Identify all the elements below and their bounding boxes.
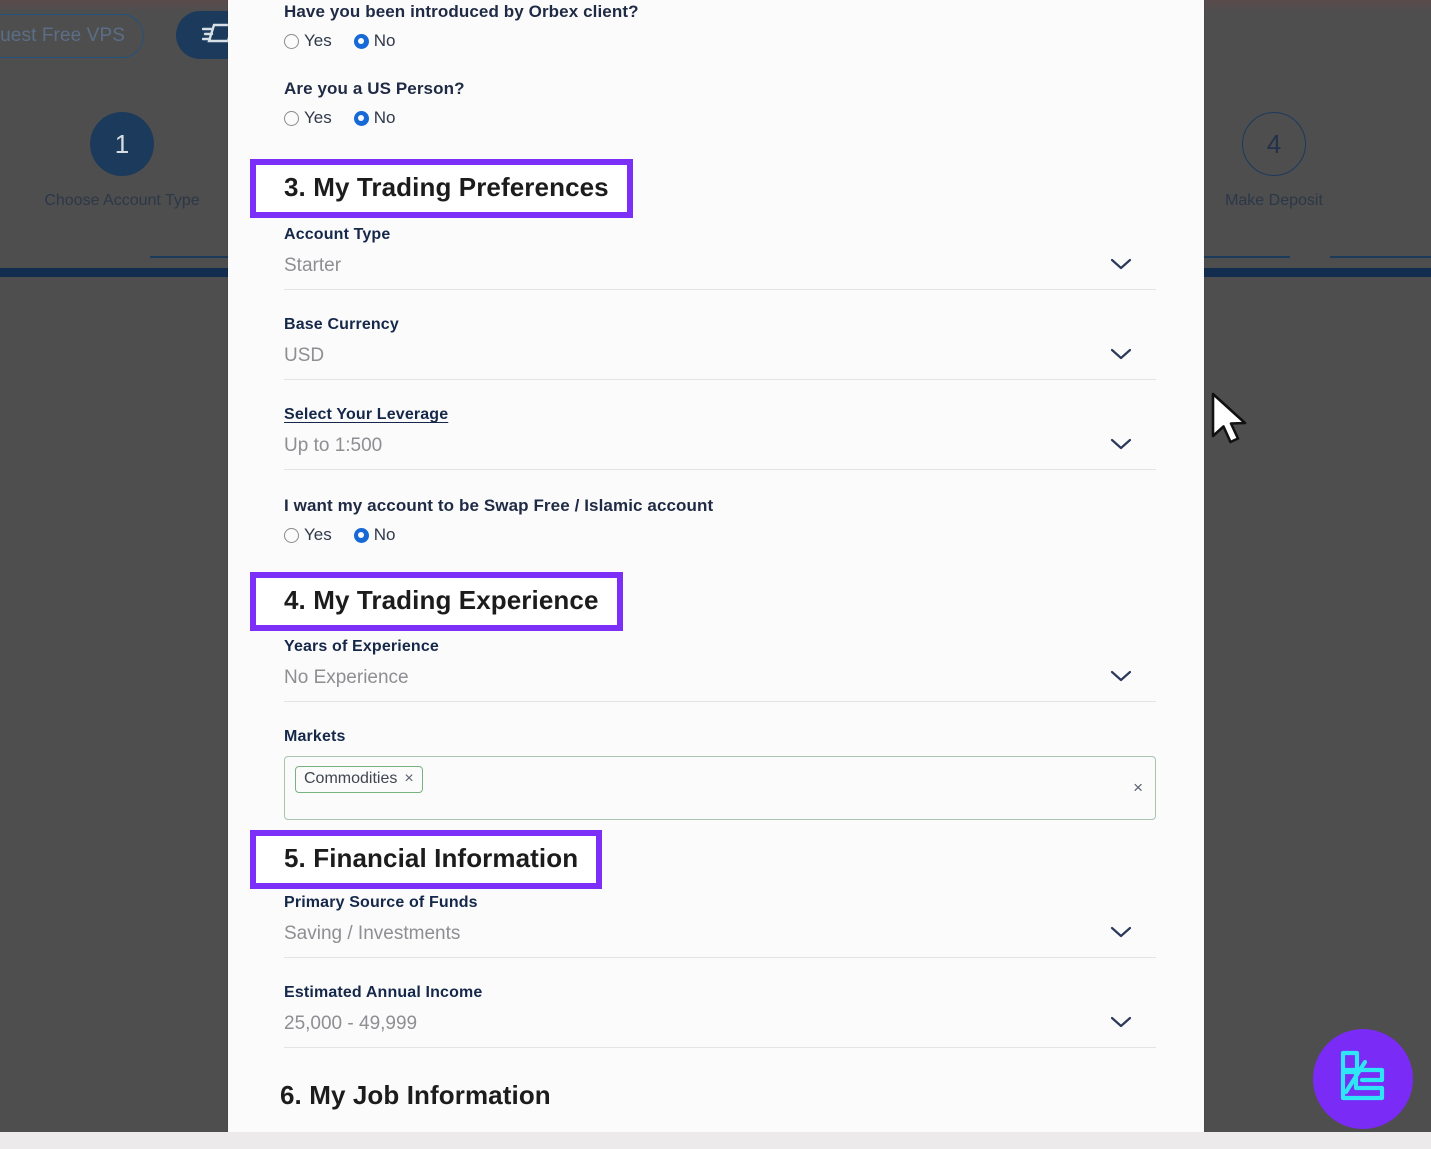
brand-badge[interactable] xyxy=(1313,1029,1413,1129)
question-us-person: Are you a US Person? Yes No xyxy=(284,79,1164,128)
screenshot-root: equest Free VPS 1 xyxy=(0,0,1431,1149)
question-orbex-referral-label: Have you been introduced by Orbex client… xyxy=(284,2,639,21)
brand-e-logo-icon xyxy=(1332,1046,1394,1113)
field-select-your-leverage-value-row[interactable]: Up to 1:500 xyxy=(284,424,1156,470)
field-primary-source-of-funds-label: Primary Source of Funds xyxy=(284,894,478,911)
field-select-your-leverage[interactable]: Select Your Leverage Up to 1:500 xyxy=(284,406,1156,470)
request-free-vps-button[interactable]: equest Free VPS xyxy=(0,14,144,58)
field-years-of-experience-value: No Experience xyxy=(284,667,409,688)
section-5-heading: 5. Financial Information xyxy=(284,843,579,873)
field-estimated-annual-income[interactable]: Estimated Annual Income 25,000 - 49,999 xyxy=(284,984,1156,1048)
field-markets-label: Markets xyxy=(284,728,346,745)
field-estimated-annual-income-value-row[interactable]: 25,000 - 49,999 xyxy=(284,1002,1156,1048)
step-1-number: 1 xyxy=(114,128,130,159)
field-primary-source-of-funds[interactable]: Primary Source of Funds Saving / Investm… xyxy=(284,894,1156,958)
highlight-box-section-4: 4. My Trading Experience xyxy=(250,572,623,631)
radio-orbex-no-label: No xyxy=(373,31,396,50)
chevron-down-icon[interactable] xyxy=(1110,255,1132,277)
mouse-pointer-icon xyxy=(1208,392,1252,453)
close-icon[interactable]: × xyxy=(404,770,413,788)
markets-chip-commodities-label: Commodities xyxy=(304,770,398,787)
field-primary-source-of-funds-value-row[interactable]: Saving / Investments xyxy=(284,912,1156,958)
field-account-type-label: Account Type xyxy=(284,226,391,243)
field-years-of-experience-label: Years of Experience xyxy=(284,638,439,655)
field-years-of-experience[interactable]: Years of Experience No Experience xyxy=(284,638,1156,702)
radio-us-person-yes[interactable] xyxy=(284,110,299,126)
field-base-currency-label: Base Currency xyxy=(284,316,399,333)
markets-chip-commodities[interactable]: Commodities × xyxy=(295,766,423,793)
field-primary-source-of-funds-value: Saving / Investments xyxy=(284,923,461,944)
field-markets[interactable]: Markets Commodities × × xyxy=(284,728,1156,820)
field-years-of-experience-value-row[interactable]: No Experience xyxy=(284,656,1156,702)
step-4-number: 4 xyxy=(1266,128,1282,159)
bottom-strip xyxy=(0,1132,1431,1149)
step-connector-far-right xyxy=(1330,256,1431,258)
radio-orbex-no[interactable] xyxy=(353,33,369,49)
section-6-heading: 6. My Job Information xyxy=(280,1080,551,1110)
step-1-circle: 1 xyxy=(90,112,154,176)
radio-swap-free-yes-label: Yes xyxy=(304,525,332,544)
chevron-down-icon[interactable] xyxy=(1110,435,1132,457)
step-1-choose-account-type[interactable]: 1 Choose Account Type xyxy=(32,112,212,210)
step-4-make-deposit[interactable]: 4 Make Deposit xyxy=(1184,112,1364,210)
field-estimated-annual-income-label: Estimated Annual Income xyxy=(284,984,483,1001)
field-base-currency-value: USD xyxy=(284,345,325,366)
highlight-box-section-3: 3. My Trading Preferences xyxy=(250,159,633,218)
clear-selection-icon[interactable]: × xyxy=(1133,778,1143,798)
section-4-heading: 4. My Trading Experience xyxy=(284,585,599,615)
question-orbex-referral: Have you been introduced by Orbex client… xyxy=(284,2,1164,51)
radio-swap-free-no[interactable] xyxy=(353,527,369,543)
field-account-type-value-row[interactable]: Starter xyxy=(284,244,1156,290)
section-3-heading: 3. My Trading Preferences xyxy=(284,172,609,202)
question-us-person-label: Are you a US Person? xyxy=(284,79,465,98)
registration-form-modal: Have you been introduced by Orbex client… xyxy=(228,0,1204,1132)
question-us-person-options: Yes No xyxy=(284,108,1164,128)
field-base-currency[interactable]: Base Currency USD xyxy=(284,316,1156,380)
question-swap-free: I want my account to be Swap Free / Isla… xyxy=(284,496,1156,545)
chevron-down-icon[interactable] xyxy=(1110,923,1132,945)
radio-us-person-yes-label: Yes xyxy=(304,108,332,127)
radio-us-person-no[interactable] xyxy=(353,110,369,126)
step-4-circle: 4 xyxy=(1242,112,1306,176)
request-free-vps-label: equest Free VPS xyxy=(0,25,125,46)
radio-swap-free-yes[interactable] xyxy=(284,527,299,543)
chevron-down-icon[interactable] xyxy=(1110,667,1132,689)
markets-multiselect[interactable]: Commodities × × xyxy=(284,756,1156,820)
field-account-type[interactable]: Account Type Starter xyxy=(284,226,1156,290)
field-account-type-value: Starter xyxy=(284,255,342,276)
field-estimated-annual-income-value: 25,000 - 49,999 xyxy=(284,1013,418,1034)
chevron-down-icon[interactable] xyxy=(1110,1013,1132,1035)
radio-orbex-yes[interactable] xyxy=(284,33,299,49)
chevron-down-icon[interactable] xyxy=(1110,345,1132,367)
step-4-label: Make Deposit xyxy=(1225,192,1323,209)
radio-orbex-yes-label: Yes xyxy=(304,31,332,50)
radio-swap-free-no-label: No xyxy=(373,525,396,544)
field-base-currency-value-row[interactable]: USD xyxy=(284,334,1156,380)
radio-us-person-no-label: No xyxy=(373,108,396,127)
question-orbex-referral-options: Yes No xyxy=(284,31,1164,51)
highlight-box-section-5: 5. Financial Information xyxy=(250,830,603,889)
field-select-your-leverage-label[interactable]: Select Your Leverage xyxy=(284,406,1156,424)
step-1-label: Choose Account Type xyxy=(44,192,200,209)
question-swap-free-label: I want my account to be Swap Free / Isla… xyxy=(284,496,714,515)
field-select-your-leverage-value: Up to 1:500 xyxy=(284,435,383,456)
question-swap-free-options: Yes No xyxy=(284,525,1156,545)
